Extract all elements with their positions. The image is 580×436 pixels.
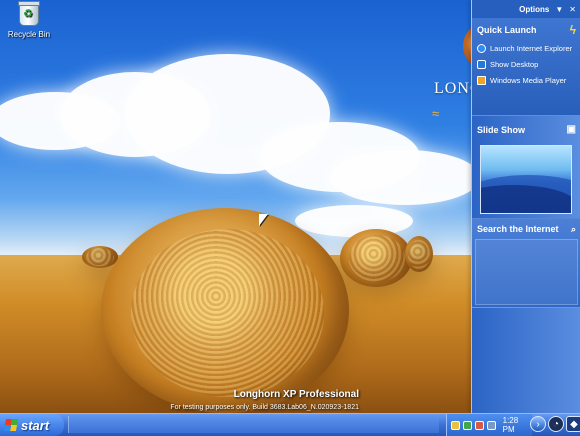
slide-show-title-row: Slide Show ▣	[472, 124, 580, 135]
desktop: LONGHORN ≈ Longhorn XP Professional For …	[0, 0, 580, 413]
cloud	[295, 205, 413, 237]
longhorn-logo-text: LONGHORN	[434, 80, 473, 97]
clock-icon[interactable]: ◔	[548, 416, 564, 432]
quick-launch-title: Quick Launch	[477, 25, 537, 35]
search-icon[interactable]: ⌕	[571, 224, 576, 235]
clock[interactable]: 1:28 PM	[503, 416, 532, 434]
wallpaper: LONGHORN ≈ Longhorn XP Professional For …	[0, 0, 473, 413]
quick-launch-item-label: Show Desktop	[490, 60, 539, 69]
slide-show-tile: Slide Show ▣	[472, 124, 580, 218]
windows-flag-icon	[3, 419, 19, 431]
start-label: start	[21, 417, 50, 433]
hay-bale	[405, 236, 433, 272]
hay-bale	[101, 208, 349, 413]
hay-bale	[340, 229, 412, 287]
search-title: Search the Internet	[477, 224, 559, 234]
forward-arrow-icon[interactable]: ›	[530, 416, 546, 432]
camera-icon[interactable]: ▣	[567, 124, 576, 135]
watermark-build-text: For testing purposes only. Build 3683.La…	[170, 404, 359, 411]
desktop-watermark: Longhorn XP Professional For testing pur…	[170, 389, 359, 411]
mouse-cursor-icon	[259, 214, 268, 226]
taskbar: start 1:28 PM › ◔ ◆	[0, 413, 580, 436]
search-title-row: Search the Internet ⌕	[472, 219, 580, 239]
quick-launch-internet-explorer[interactable]: Launch Internet Explorer	[477, 44, 580, 53]
security-tray-icon[interactable]	[462, 420, 472, 430]
search-results-area[interactable]	[475, 239, 578, 305]
sidebar: Options ▼ ✕ Quick Launch ϟ Launch Intern…	[471, 0, 580, 413]
quick-launch-title-row: Quick Launch ϟ	[472, 23, 580, 37]
slide-show-image[interactable]	[480, 145, 572, 214]
longhorn-swirl-icon: ≈	[432, 106, 440, 121]
start-button[interactable]: start	[0, 414, 64, 436]
chevron-down-icon[interactable]: ▼	[555, 5, 563, 14]
speaker-tray-icon[interactable]	[474, 420, 484, 430]
quick-launch-item-label: Windows Media Player	[490, 76, 567, 85]
close-icon[interactable]: ✕	[569, 5, 576, 14]
quick-launch-show-desktop[interactable]: Show Desktop	[477, 60, 580, 69]
network-tray-icon[interactable]	[451, 420, 460, 430]
recycle-bin-desktop-icon[interactable]: Recycle Bin	[7, 1, 51, 39]
recycle-bin-icon	[18, 1, 40, 26]
shield-icon[interactable]: ◆	[566, 416, 580, 432]
slide-show-title: Slide Show	[477, 124, 526, 135]
taskbar-right-buttons: › ◔ ◆	[530, 416, 580, 432]
lightning-icon: ϟ	[569, 23, 576, 37]
cloud	[330, 150, 473, 205]
windows-media-player-icon	[477, 76, 486, 85]
options-menu[interactable]: Options	[519, 5, 549, 14]
sidebar-options-bar: Options ▼ ✕	[472, 0, 580, 18]
watermark-title: Longhorn XP Professional	[233, 389, 359, 400]
messenger-tray-icon[interactable]	[486, 420, 496, 430]
show-desktop-icon	[477, 60, 486, 69]
system-tray: 1:28 PM	[446, 414, 532, 436]
taskbar-program-area[interactable]	[68, 416, 439, 433]
recycle-bin-label: Recycle Bin	[7, 30, 51, 39]
search-internet-tile: Search the Internet ⌕	[472, 218, 580, 308]
internet-explorer-icon	[477, 44, 486, 53]
quick-launch-windows-media-player[interactable]: Windows Media Player	[477, 76, 580, 85]
quick-launch-item-label: Launch Internet Explorer	[490, 44, 573, 53]
quick-launch-tile: Quick Launch ϟ Launch Internet Explorer …	[472, 18, 580, 116]
